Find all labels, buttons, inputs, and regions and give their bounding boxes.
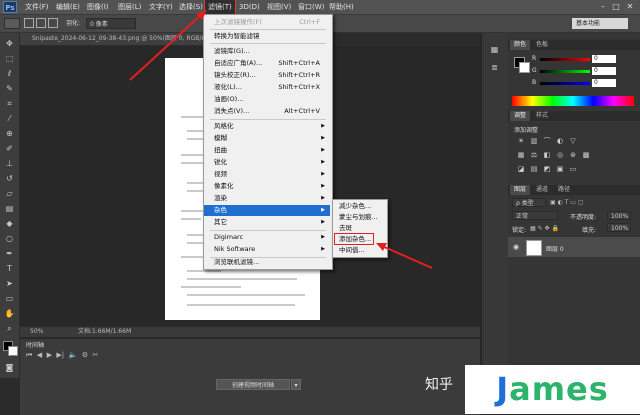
arrow-to-add-noise [381,245,433,269]
james-logo: James [465,365,640,414]
arrow-to-filter-menu [129,13,203,81]
james-letter-j: J [496,370,510,408]
annotation-arrows [129,10,433,269]
zhihu-watermark: 知乎 [425,377,453,393]
james-logo-text: James [465,365,640,414]
james-letters-rest: ames [509,370,609,408]
